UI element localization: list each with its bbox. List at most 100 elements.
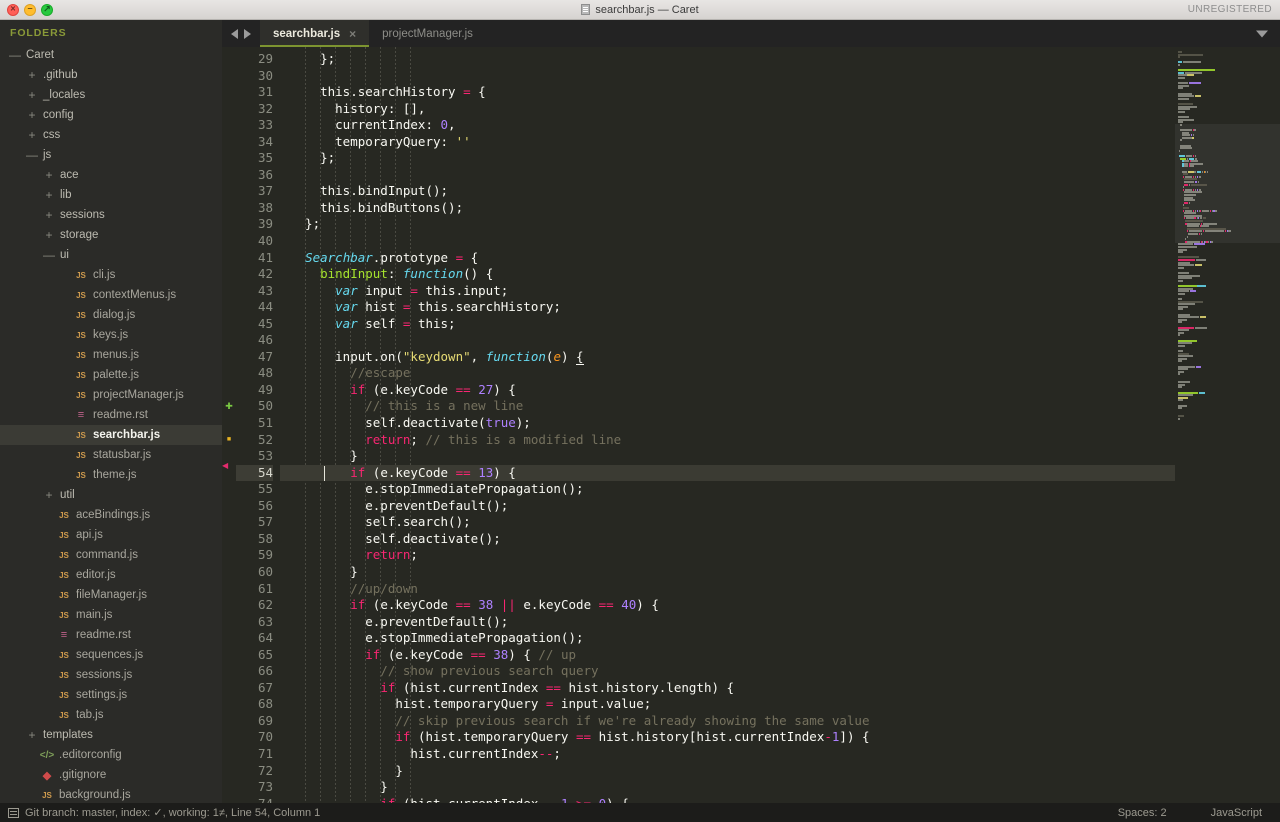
code-line[interactable]: e.preventDefault(); bbox=[280, 614, 1175, 631]
tab-projectmanager-js[interactable]: projectManager.js bbox=[369, 20, 486, 47]
tree-item--gitignore[interactable]: ◆.gitignore bbox=[0, 765, 222, 785]
expand-icon[interactable]: + bbox=[42, 228, 56, 242]
tree-item-keys-js[interactable]: JSkeys.js bbox=[0, 325, 222, 345]
file-tree-list[interactable]: —Caret+.github+_locales+config+css—js+ac… bbox=[0, 45, 222, 803]
code-line[interactable]: e.stopImmediatePropagation(); bbox=[280, 481, 1175, 498]
tree-item-lib[interactable]: +lib bbox=[0, 185, 222, 205]
code-line[interactable]: if (hist.currentIndex == hist.history.le… bbox=[280, 680, 1175, 697]
code-line[interactable]: return; bbox=[280, 547, 1175, 564]
tree-item-main-js[interactable]: JSmain.js bbox=[0, 605, 222, 625]
code-line[interactable]: self.search(); bbox=[280, 514, 1175, 531]
tree-item-editor-js[interactable]: JSeditor.js bbox=[0, 565, 222, 585]
code-line[interactable]: input.on("keydown", function(e) { bbox=[280, 349, 1175, 366]
code-line[interactable]: var hist = this.searchHistory; bbox=[280, 299, 1175, 316]
tab-close-icon[interactable]: × bbox=[349, 28, 356, 40]
code-line[interactable]: } bbox=[280, 564, 1175, 581]
tree-item-filemanager-js[interactable]: JSfileManager.js bbox=[0, 585, 222, 605]
code-line[interactable] bbox=[280, 68, 1175, 85]
editor-body[interactable]: ✚■◀ 293031323334353637383940414243444546… bbox=[222, 47, 1280, 803]
code-line[interactable]: hist.currentIndex--; bbox=[280, 746, 1175, 763]
code-line[interactable]: }; bbox=[280, 51, 1175, 68]
code-line[interactable]: }; bbox=[280, 216, 1175, 233]
tree-item-readme-rst[interactable]: ≡readme.rst bbox=[0, 405, 222, 425]
tree-item--github[interactable]: +.github bbox=[0, 65, 222, 85]
code-line[interactable]: // skip previous search if we're already… bbox=[280, 713, 1175, 730]
tree-item-dialog-js[interactable]: JSdialog.js bbox=[0, 305, 222, 325]
tree-item-sequences-js[interactable]: JSsequences.js bbox=[0, 645, 222, 665]
tree-item-readme-rst[interactable]: ≡readme.rst bbox=[0, 625, 222, 645]
tree-item--editorconfig[interactable]: </>.editorconfig bbox=[0, 745, 222, 765]
code-line[interactable]: } bbox=[280, 448, 1175, 465]
status-language[interactable]: JavaScript bbox=[1211, 807, 1262, 819]
code-line[interactable]: if (e.keyCode == 38 || e.keyCode == 40) … bbox=[280, 597, 1175, 614]
tree-item-sessions[interactable]: +sessions bbox=[0, 205, 222, 225]
code-line[interactable]: e.stopImmediatePropagation(); bbox=[280, 630, 1175, 647]
tree-item-settings-js[interactable]: JSsettings.js bbox=[0, 685, 222, 705]
code-line[interactable]: self.deactivate(); bbox=[280, 531, 1175, 548]
tab-prev-icon[interactable] bbox=[231, 29, 238, 39]
code-line[interactable]: } bbox=[280, 779, 1175, 796]
tree-item-command-js[interactable]: JScommand.js bbox=[0, 545, 222, 565]
tree-item-theme-js[interactable]: JStheme.js bbox=[0, 465, 222, 485]
code-line[interactable] bbox=[280, 233, 1175, 250]
code-line[interactable]: //escape bbox=[280, 365, 1175, 382]
collapse-icon[interactable]: — bbox=[42, 248, 56, 262]
code-line[interactable]: e.preventDefault(); bbox=[280, 498, 1175, 515]
tree-item--locales[interactable]: +_locales bbox=[0, 85, 222, 105]
code-minimap[interactable] bbox=[1175, 47, 1280, 803]
expand-icon[interactable]: + bbox=[25, 88, 39, 102]
tree-item-templates[interactable]: +templates bbox=[0, 725, 222, 745]
tree-item-storage[interactable]: +storage bbox=[0, 225, 222, 245]
code-line[interactable]: var input = this.input; bbox=[280, 283, 1175, 300]
expand-icon[interactable]: + bbox=[42, 488, 56, 502]
sidebar-file-tree[interactable]: FOLDERS —Caret+.github+_locales+config+c… bbox=[0, 20, 222, 803]
tree-item-menus-js[interactable]: JSmenus.js bbox=[0, 345, 222, 365]
code-line[interactable]: }; bbox=[280, 150, 1175, 167]
tree-item-config[interactable]: +config bbox=[0, 105, 222, 125]
code-line[interactable]: history: [], bbox=[280, 101, 1175, 118]
tree-item-tab-js[interactable]: JStab.js bbox=[0, 705, 222, 725]
expand-icon[interactable]: + bbox=[25, 728, 39, 742]
status-git-section[interactable]: Git branch: master, index: ✓, working: 1… bbox=[0, 806, 320, 819]
code-line[interactable]: //up/down bbox=[280, 581, 1175, 598]
expand-icon[interactable]: + bbox=[25, 128, 39, 142]
code-line[interactable]: temporaryQuery: '' bbox=[280, 134, 1175, 151]
code-line[interactable] bbox=[280, 332, 1175, 349]
code-line[interactable]: this.bindInput(); bbox=[280, 183, 1175, 200]
code-line[interactable]: hist.temporaryQuery = input.value; bbox=[280, 696, 1175, 713]
code-line[interactable]: currentIndex: 0, bbox=[280, 117, 1175, 134]
code-text-area[interactable]: }; this.searchHistory = { history: [], c… bbox=[280, 47, 1175, 803]
collapse-icon[interactable]: — bbox=[25, 148, 39, 162]
code-line[interactable]: this.searchHistory = { bbox=[280, 84, 1175, 101]
tree-item-ui[interactable]: —ui bbox=[0, 245, 222, 265]
tree-item-util[interactable]: +util bbox=[0, 485, 222, 505]
tree-item-statusbar-js[interactable]: JSstatusbar.js bbox=[0, 445, 222, 465]
code-line[interactable]: self.deactivate(true); bbox=[280, 415, 1175, 432]
code-line[interactable] bbox=[280, 167, 1175, 184]
code-line[interactable]: if (e.keyCode == 38) { // up bbox=[280, 647, 1175, 664]
tree-item-css[interactable]: +css bbox=[0, 125, 222, 145]
tree-item-sessions-js[interactable]: JSsessions.js bbox=[0, 665, 222, 685]
tree-item-contextmenus-js[interactable]: JScontextMenus.js bbox=[0, 285, 222, 305]
code-line[interactable]: // show previous search query bbox=[280, 663, 1175, 680]
code-line[interactable]: if (hist.temporaryQuery == hist.history[… bbox=[280, 729, 1175, 746]
tree-item-background-js[interactable]: JSbackground.js bbox=[0, 785, 222, 803]
tab-searchbar-js[interactable]: searchbar.js × bbox=[260, 20, 369, 47]
tree-item-api-js[interactable]: JSapi.js bbox=[0, 525, 222, 545]
tree-item-ace[interactable]: +ace bbox=[0, 165, 222, 185]
tree-item-caret[interactable]: —Caret bbox=[0, 45, 222, 65]
tree-item-palette-js[interactable]: JSpalette.js bbox=[0, 365, 222, 385]
status-indentation[interactable]: Spaces: 2 bbox=[1118, 807, 1167, 819]
expand-icon[interactable]: + bbox=[42, 208, 56, 222]
collapse-icon[interactable]: — bbox=[8, 48, 22, 62]
code-line[interactable]: Searchbar.prototype = { bbox=[280, 250, 1175, 267]
expand-icon[interactable]: + bbox=[25, 108, 39, 122]
code-line[interactable]: if (e.keyCode == 13) { bbox=[280, 465, 1175, 482]
code-line[interactable]: var self = this; bbox=[280, 316, 1175, 333]
code-line[interactable]: // this is a new line bbox=[280, 398, 1175, 415]
tree-item-cli-js[interactable]: JScli.js bbox=[0, 265, 222, 285]
tree-item-acebindings-js[interactable]: JSaceBindings.js bbox=[0, 505, 222, 525]
code-line[interactable]: return; // this is a modified line bbox=[280, 432, 1175, 449]
expand-icon[interactable]: + bbox=[42, 168, 56, 182]
tab-nav-arrows[interactable] bbox=[222, 20, 260, 47]
